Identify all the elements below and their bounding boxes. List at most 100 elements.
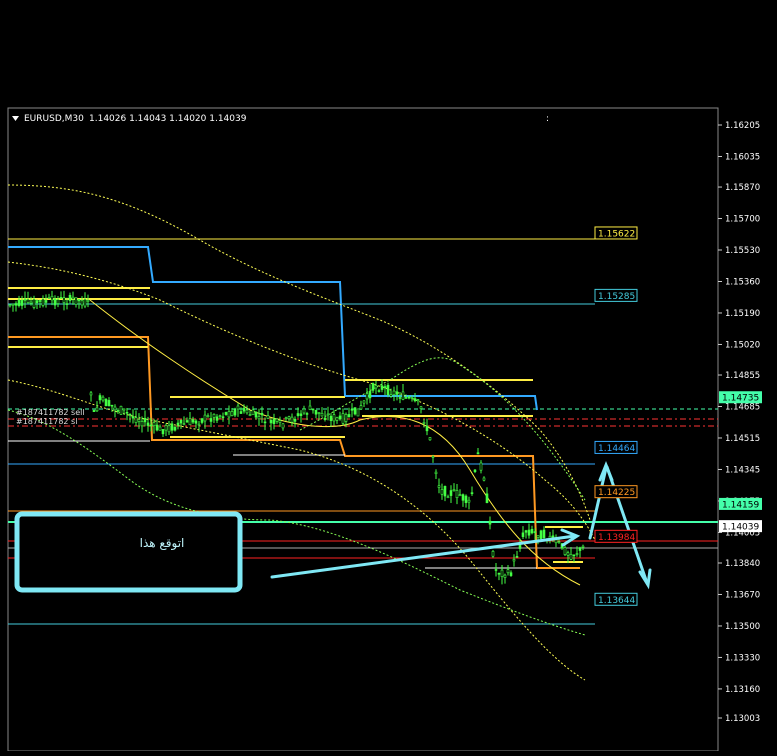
candle-body — [293, 418, 297, 422]
candle-body — [446, 496, 450, 499]
candle-body — [455, 490, 459, 499]
candle-body — [359, 405, 363, 410]
candle-body — [500, 569, 504, 577]
candle-body — [452, 489, 456, 491]
candle-body — [71, 296, 75, 300]
candle-body — [203, 414, 207, 422]
candle-body — [368, 391, 372, 399]
candle-body — [488, 520, 492, 525]
annotation-box[interactable] — [14, 511, 243, 593]
candle-body — [362, 400, 366, 404]
candle-body — [308, 405, 312, 410]
candle-body — [449, 490, 453, 496]
candle-body — [143, 417, 147, 423]
candle-body — [41, 298, 45, 306]
candle-body — [146, 422, 150, 426]
candle-body — [155, 424, 159, 431]
candle-body — [137, 419, 141, 422]
candle-body — [566, 552, 570, 556]
candle-body — [92, 410, 96, 412]
candle-body — [242, 407, 246, 412]
candle-body — [101, 396, 105, 401]
y-tick-label: 1.16205 — [725, 121, 760, 131]
candle-body — [371, 383, 375, 391]
candle-body — [344, 414, 348, 422]
candle-body — [182, 423, 186, 425]
candle-body — [527, 529, 531, 536]
candle-body — [536, 535, 540, 538]
candle-body — [224, 412, 228, 415]
candle-body — [200, 418, 204, 423]
candle-body — [206, 415, 210, 418]
candle-body — [125, 411, 129, 414]
candle-body — [512, 559, 516, 562]
chart-window[interactable]: EURUSD,M30 1.14026 1.14043 1.14020 1.140… — [0, 0, 777, 752]
candle-body — [14, 303, 18, 306]
candle-body — [89, 392, 93, 396]
candle-body — [227, 411, 231, 418]
candle-body — [569, 554, 573, 560]
candle-body — [245, 409, 249, 414]
candle-body — [518, 544, 522, 549]
y-tick-label: 1.13500 — [725, 622, 760, 632]
y-tick-label: 1.15190 — [725, 309, 760, 319]
candle-body — [461, 494, 465, 501]
y-tick-label: 1.14345 — [725, 465, 760, 475]
header-colon: : — [546, 114, 549, 124]
candle-body — [38, 300, 42, 302]
candle-body — [458, 494, 462, 497]
symbol-label: EURUSD,M30 — [24, 114, 84, 124]
candle-body — [95, 407, 99, 412]
candle-body — [47, 297, 51, 299]
y-tick-label: 1.14515 — [725, 434, 760, 444]
candle-body — [410, 397, 414, 399]
candle-body — [29, 301, 33, 304]
price-label-text: 1.14225 — [598, 488, 635, 498]
candle-body — [188, 418, 192, 426]
candle-body — [209, 418, 213, 422]
candle-body — [335, 417, 339, 421]
price-label-text: 1.14464 — [598, 444, 635, 454]
candle-body — [506, 569, 510, 574]
y-tick-label: 1.14855 — [725, 371, 760, 381]
candle-body — [311, 408, 315, 411]
price-label-text: 1.14039 — [722, 523, 759, 533]
candle-body — [272, 418, 276, 425]
candle-body — [323, 417, 327, 420]
candle-body — [269, 420, 273, 424]
candle-body — [317, 412, 321, 414]
candle-body — [464, 495, 468, 503]
candle-body — [314, 409, 318, 415]
candle-body — [68, 294, 72, 301]
price-label-text: 1.15285 — [598, 292, 635, 302]
candle-body — [161, 429, 165, 435]
price-label-text: 1.13984 — [598, 533, 635, 543]
annotation-text: اتوقع هذا — [140, 536, 185, 551]
candle-body — [575, 553, 579, 555]
candle-body — [35, 300, 39, 304]
candle-body — [494, 569, 498, 571]
candle-body — [167, 425, 171, 433]
candle-body — [563, 547, 567, 555]
candle-body — [149, 424, 153, 427]
candle-body — [305, 413, 309, 415]
y-tick-label: 1.13160 — [725, 685, 760, 695]
candle-body — [470, 492, 474, 494]
candle-body — [503, 574, 507, 578]
y-tick-label: 1.13330 — [725, 653, 760, 663]
candle-body — [260, 412, 264, 416]
candle-body — [119, 405, 123, 415]
y-tick-label: 1.13003 — [725, 714, 760, 724]
price-label-text: 1.13644 — [598, 596, 635, 606]
candle-body — [50, 295, 54, 301]
candle-body — [173, 426, 177, 431]
candle-body — [32, 299, 36, 308]
candle-body — [122, 408, 126, 411]
candle-body — [365, 393, 369, 400]
price-chart[interactable]: EURUSD,M30 1.14026 1.14043 1.14020 1.140… — [0, 0, 777, 752]
candle-body — [581, 545, 585, 548]
price-label-text: 1.14735 — [722, 394, 759, 404]
candle-body — [251, 409, 255, 416]
candle-body — [65, 303, 69, 305]
y-tick-label: 1.15360 — [725, 277, 760, 287]
